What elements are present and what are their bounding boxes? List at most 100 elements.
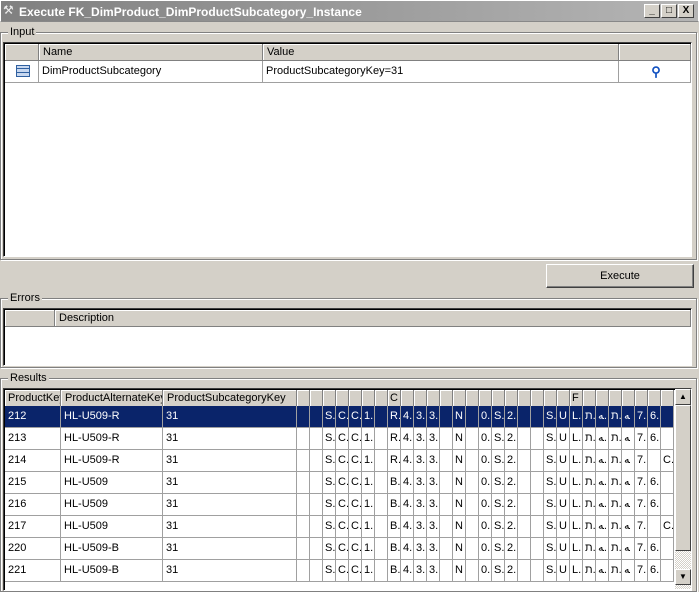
narrow-cell[interactable]: 3. [427,450,440,472]
narrow-cell[interactable]: 4. [401,538,414,560]
narrow-cell[interactable]: ﻪ [622,450,635,472]
narrow-cell[interactable]: 2. [505,494,518,516]
narrow-cell[interactable]: 7. [635,560,648,582]
narrow-cell[interactable] [661,560,674,582]
narrow-cell[interactable]: R. [388,428,401,450]
narrow-cell[interactable]: C. [336,472,349,494]
narrow-cell[interactable] [661,538,674,560]
results-header-narrow[interactable] [375,390,388,407]
results-header-narrow[interactable] [349,390,362,407]
narrow-cell[interactable]: U [557,494,570,516]
narrow-cell[interactable]: ת.. [583,406,596,428]
narrow-cell[interactable]: S. [492,472,505,494]
results-header-narrow[interactable] [427,390,440,407]
narrow-cell[interactable]: S. [544,406,557,428]
narrow-cell[interactable]: S. [323,538,336,560]
narrow-cell[interactable]: 6. [648,560,661,582]
narrow-cell[interactable]: 1. [362,472,375,494]
narrow-cell[interactable]: 0. [479,406,492,428]
narrow-cell[interactable]: U [557,516,570,538]
narrow-cell[interactable]: 3. [414,516,427,538]
narrow-cell[interactable] [531,472,544,494]
narrow-cell[interactable]: 2. [505,406,518,428]
narrow-cell[interactable]: C. [336,428,349,450]
narrow-cell[interactable] [440,428,453,450]
narrow-cell[interactable] [518,472,531,494]
narrow-cell[interactable] [531,406,544,428]
narrow-cell[interactable] [310,406,323,428]
narrow-cell[interactable] [375,560,388,582]
narrow-cell[interactable]: B. [388,516,401,538]
narrow-cell[interactable]: L. [570,450,583,472]
narrow-cell[interactable] [375,450,388,472]
input-name-cell[interactable]: DimProductSubcategory [39,61,263,83]
narrow-cell[interactable]: ת. [609,516,622,538]
narrow-cell[interactable]: ת.. [583,516,596,538]
results-header-narrow[interactable] [466,390,479,407]
narrow-cell[interactable]: N [453,428,466,450]
narrow-cell[interactable]: C. [349,516,362,538]
narrow-cell[interactable] [297,560,310,582]
narrow-cell[interactable]: ת. [609,560,622,582]
narrow-cell[interactable]: N [453,516,466,538]
narrow-cell[interactable]: 1. [362,516,375,538]
narrow-cell[interactable]: 3. [414,494,427,516]
narrow-cell[interactable]: 4. [401,472,414,494]
narrow-cell[interactable]: 2. [505,428,518,450]
narrow-cell[interactable]: C. [349,538,362,560]
narrow-cell[interactable] [375,428,388,450]
narrow-cell[interactable]: S. [544,428,557,450]
narrow-cell[interactable]: S. [544,472,557,494]
narrow-cell[interactable] [518,428,531,450]
narrow-cell[interactable]: 6. [648,472,661,494]
narrow-cell[interactable]: 3. [427,516,440,538]
results-header-narrow[interactable] [518,390,531,407]
narrow-cell[interactable]: N [453,472,466,494]
narrow-cell[interactable] [531,560,544,582]
narrow-cell[interactable]: ת. [609,472,622,494]
narrow-cell[interactable] [310,560,323,582]
narrow-cell[interactable]: C. [336,450,349,472]
productkey-cell[interactable]: 213 [5,428,61,450]
narrow-cell[interactable]: ת.. [583,472,596,494]
narrow-cell[interactable]: L. [570,538,583,560]
results-header-narrow[interactable] [453,390,466,407]
narrow-cell[interactable]: ת. [609,538,622,560]
narrow-cell[interactable] [375,494,388,516]
narrow-cell[interactable] [518,450,531,472]
narrow-cell[interactable]: U [557,560,570,582]
results-header-narrow[interactable] [531,390,544,407]
narrow-cell[interactable] [466,516,479,538]
alternatekey-cell[interactable]: HL-U509 [61,516,163,538]
results-header-subcategorykey[interactable]: ProductSubcategoryKey [163,390,297,407]
narrow-cell[interactable]: B. [388,472,401,494]
results-header-narrow[interactable] [648,390,661,407]
narrow-cell[interactable]: 3. [427,538,440,560]
narrow-cell[interactable]: S. [323,450,336,472]
productkey-cell[interactable]: 221 [5,560,61,582]
narrow-cell[interactable] [440,538,453,560]
narrow-cell[interactable] [531,538,544,560]
narrow-cell[interactable]: S. [492,538,505,560]
narrow-cell[interactable]: S. [323,406,336,428]
results-header-narrow[interactable] [583,390,596,407]
narrow-cell[interactable]: 4. [401,494,414,516]
narrow-cell[interactable]: S. [544,494,557,516]
narrow-cell[interactable]: 3. [414,450,427,472]
narrow-cell[interactable] [440,560,453,582]
narrow-cell[interactable]: C. [349,450,362,472]
narrow-cell[interactable]: C. [661,516,674,538]
narrow-cell[interactable] [310,516,323,538]
narrow-cell[interactable]: C. [349,406,362,428]
results-header-narrow[interactable] [492,390,505,407]
narrow-cell[interactable]: S. [492,406,505,428]
narrow-cell[interactable]: L. [570,428,583,450]
alternatekey-cell[interactable]: HL-U509 [61,472,163,494]
narrow-cell[interactable]: 7. [635,538,648,560]
narrow-cell[interactable]: C. [349,494,362,516]
narrow-cell[interactable]: ﻪ. [596,538,609,560]
scrollbar-thumb[interactable] [675,405,691,551]
narrow-cell[interactable]: 3. [427,472,440,494]
narrow-cell[interactable]: S. [544,560,557,582]
narrow-cell[interactable]: 0. [479,560,492,582]
